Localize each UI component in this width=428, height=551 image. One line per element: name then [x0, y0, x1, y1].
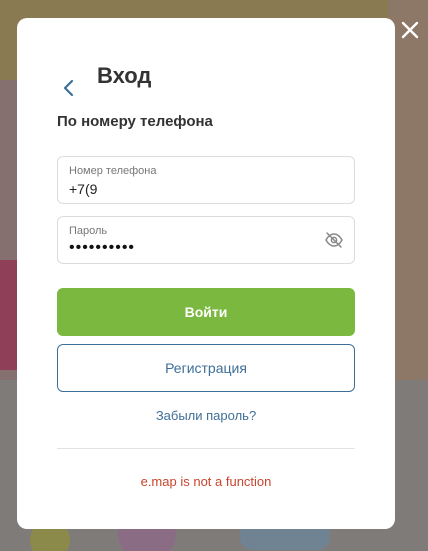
- register-button[interactable]: Регистрация: [57, 344, 355, 392]
- password-field-label: Пароль: [69, 225, 108, 237]
- eye-off-icon[interactable]: [324, 231, 344, 249]
- error-message: e.map is not a function: [140, 474, 272, 489]
- login-modal: Вход По номеру телефона Номер телефона П…: [17, 18, 395, 529]
- chevron-left-icon[interactable]: [61, 78, 77, 98]
- page-title: Вход: [97, 63, 152, 88]
- phone-input[interactable]: [69, 181, 319, 197]
- phone-field[interactable]: Номер телефона: [57, 156, 355, 204]
- close-icon[interactable]: [398, 18, 422, 42]
- divider: [57, 448, 355, 449]
- password-input[interactable]: ••••••••••: [69, 239, 135, 257]
- login-button[interactable]: Войти: [57, 288, 355, 336]
- forgot-password-link[interactable]: Забыли пароль?: [17, 408, 395, 423]
- password-field[interactable]: Пароль ••••••••••: [57, 216, 355, 264]
- login-method-subtitle: По номеру телефона: [57, 113, 213, 130]
- phone-field-label: Номер телефона: [69, 165, 157, 177]
